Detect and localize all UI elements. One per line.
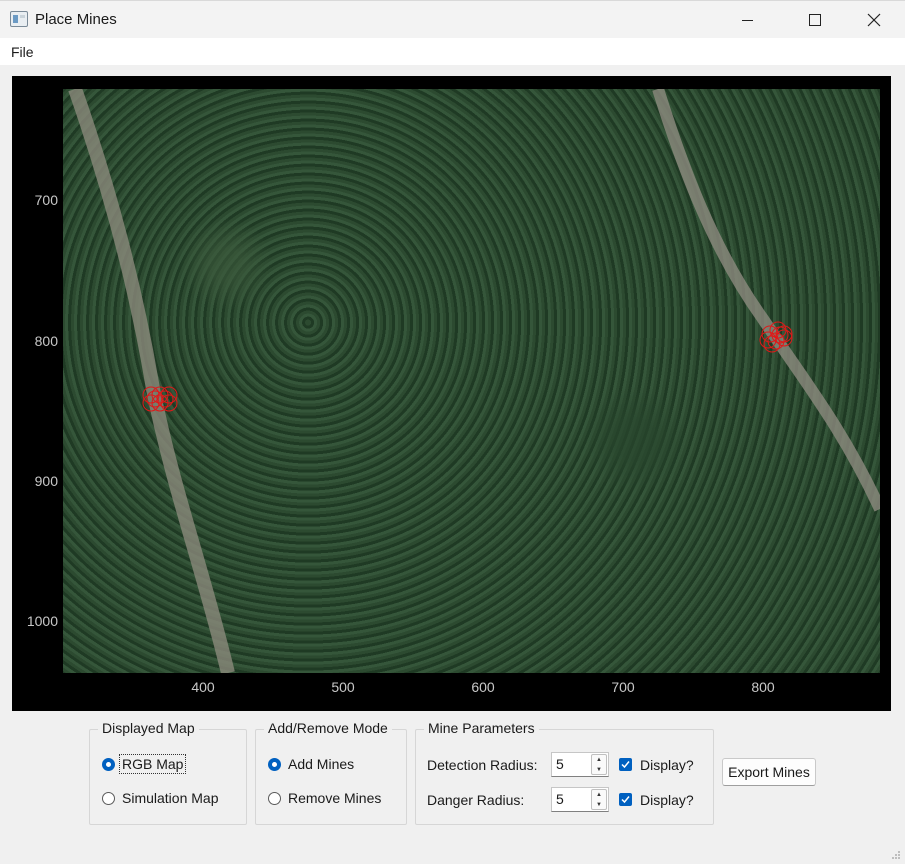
spin-up-icon[interactable]: ▲ [592, 790, 606, 800]
maximize-icon [809, 14, 821, 26]
menu-file[interactable]: File [11, 44, 34, 60]
mine-parameters-group: Mine Parameters Detection Radius: 5 ▲ ▼ … [415, 720, 714, 825]
y-tick-label: 800 [34, 333, 58, 349]
x-tick-label: 500 [331, 679, 355, 695]
menu-bar: File [0, 38, 905, 65]
spin-down-icon[interactable]: ▼ [592, 765, 606, 775]
y-tick-label: 900 [34, 473, 58, 489]
danger-display-checkbox[interactable] [619, 793, 632, 806]
displayed-map-title: Displayed Map [98, 720, 199, 736]
y-tick-label: 700 [34, 192, 58, 208]
detection-display-label: Display? [640, 757, 694, 773]
displayed-map-group: Displayed Map RGB Map Simulation Map [89, 720, 247, 825]
detection-radius-label: Detection Radius: [427, 757, 538, 773]
title-bar: Place Mines [0, 0, 905, 38]
spin-up-icon[interactable]: ▲ [592, 755, 606, 765]
x-tick-label: 700 [611, 679, 635, 695]
radio-unselected-icon [268, 791, 281, 805]
danger-radius-value: 5 [556, 791, 564, 807]
rgb-map-label: RGB Map [118, 754, 187, 774]
radio-selected-icon [268, 757, 281, 771]
spin-down-icon[interactable]: ▼ [592, 800, 606, 810]
remove-mines-label: Remove Mines [288, 790, 382, 806]
danger-radius-label: Danger Radius: [427, 792, 525, 808]
danger-radius-spinbox[interactable]: 5 ▲ ▼ [551, 787, 609, 812]
x-tick-label: 400 [191, 679, 215, 695]
add-mines-radio[interactable]: Add Mines [268, 756, 355, 772]
minimize-icon [741, 19, 753, 21]
export-mines-button[interactable]: Export Mines [722, 758, 816, 786]
spin-buttons: ▲ ▼ [591, 754, 607, 775]
simulation-map-radio[interactable]: Simulation Map [102, 790, 220, 806]
road-right [652, 89, 880, 512]
spin-buttons: ▲ ▼ [591, 789, 607, 810]
danger-display-label: Display? [640, 792, 694, 808]
window-title: Place Mines [35, 11, 117, 28]
add-mines-label: Add Mines [288, 756, 355, 772]
radio-unselected-icon [102, 791, 115, 805]
mode-group: Add/Remove Mode Add Mines Remove Mines [255, 720, 407, 825]
rgb-map-radio[interactable]: RGB Map [102, 754, 187, 774]
checkmark-icon [621, 796, 630, 804]
radio-selected-icon [102, 757, 115, 771]
simulation-map-label: Simulation Map [122, 790, 219, 806]
checkmark-icon [621, 761, 630, 769]
resize-grip-icon[interactable] [891, 850, 901, 860]
mine-parameters-title: Mine Parameters [424, 720, 539, 736]
map-overlay [68, 89, 880, 673]
road-left [68, 89, 235, 673]
y-tick-label: 1000 [26, 613, 58, 629]
maximize-button[interactable] [792, 1, 838, 39]
x-tick-label: 800 [751, 679, 775, 695]
detection-radius-spinbox[interactable]: 5 ▲ ▼ [551, 752, 609, 777]
remove-mines-radio[interactable]: Remove Mines [268, 790, 382, 806]
minimize-button[interactable] [724, 1, 770, 39]
x-tick-label: 600 [471, 679, 495, 695]
close-icon [867, 13, 881, 27]
detection-display-checkbox[interactable] [619, 758, 632, 771]
map-image[interactable] [63, 89, 880, 673]
app-window-icon [10, 11, 28, 27]
close-button[interactable] [851, 1, 897, 39]
detection-radius-value: 5 [556, 756, 564, 772]
mode-title: Add/Remove Mode [264, 720, 392, 736]
